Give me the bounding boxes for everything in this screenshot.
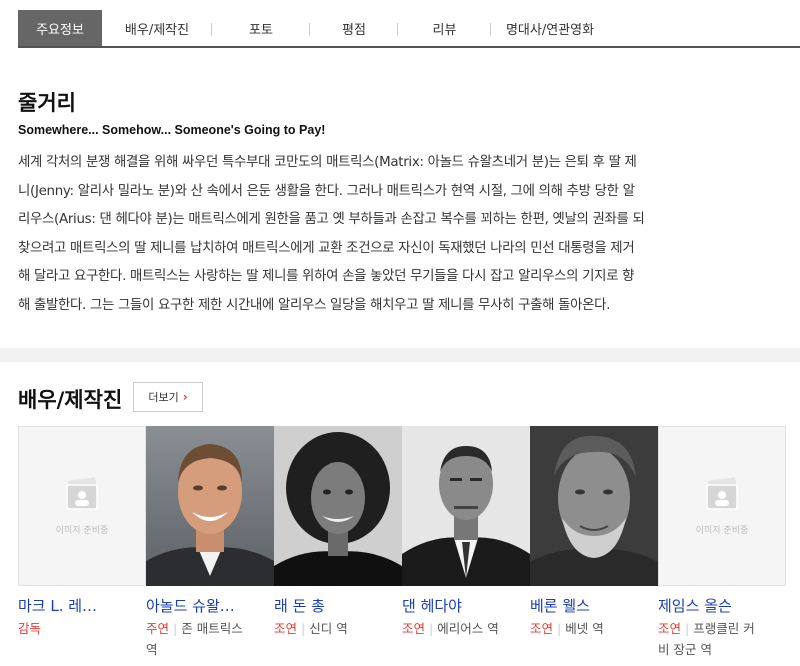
role-type: 조연 <box>530 621 554 636</box>
role-divider: | <box>173 621 178 636</box>
cast-list: 이미지 준비중 마크 L. 레… 감독 아놀드 슈왈… 주연 | 존 매트릭스 … <box>18 426 788 666</box>
role-divider: | <box>557 621 562 636</box>
tab-photo[interactable]: 포토 <box>212 10 310 46</box>
role-character: 에리어스 역 <box>437 621 499 636</box>
cast-card[interactable]: 이미지 준비중 마크 L. 레… 감독 <box>18 426 146 666</box>
portrait-image <box>402 426 530 586</box>
tab-rating[interactable]: 평점 <box>310 10 398 46</box>
role-character: 존 매트릭스 <box>181 621 243 636</box>
role-type: 조연 <box>658 621 682 636</box>
plot-synopsis: 세계 각처의 분쟁 해결을 위해 싸우던 특수부대 코만도의 매트릭스(Matr… <box>18 149 790 321</box>
person-role: 주연 | 존 매트릭스 역 <box>146 618 274 660</box>
chevron-right-icon: › <box>182 390 188 404</box>
person-photo[interactable] <box>402 426 530 586</box>
cast-card[interactable]: 댄 헤다야 조연 | 에리어스 역 <box>402 426 530 666</box>
tab-review[interactable]: 리뷰 <box>398 10 491 46</box>
tab-quotes-related[interactable]: 명대사/연관영화 <box>491 10 609 46</box>
person-photo[interactable] <box>274 426 402 586</box>
role-divider: | <box>301 621 306 636</box>
cast-card[interactable]: 래 돈 총 조연 | 신디 역 <box>274 426 402 666</box>
cast-card[interactable]: 베론 웰스 조연 | 베넷 역 <box>530 426 658 666</box>
role-character-cont: 역 <box>146 642 158 657</box>
tab-bar-section: 주요정보 배우/제작진 포토 평점 리뷰 명대사/연관영화 <box>0 0 800 57</box>
role-type: 조연 <box>402 621 426 636</box>
person-photo[interactable] <box>146 426 274 586</box>
role-divider: | <box>429 621 434 636</box>
person-photo-placeholder[interactable]: 이미지 준비중 <box>18 426 146 586</box>
role-character-cont: 비 장군 역 <box>658 642 712 657</box>
portrait-image <box>530 426 658 586</box>
tab-bar: 주요정보 배우/제작진 포토 평점 리뷰 명대사/연관영화 <box>18 10 800 48</box>
image-placeholder-icon <box>66 477 99 510</box>
person-photo-placeholder[interactable]: 이미지 준비중 <box>658 426 786 586</box>
synopsis-line: 리우스(Arius: 댄 헤다야 분)는 매트릭스에게 원한을 품고 옛 부하들… <box>18 212 645 228</box>
synopsis-line: 찾으려고 매트릭스의 딸 제니를 납치하여 매트릭스에게 교환 조건으로 자신이… <box>18 240 635 256</box>
role-divider: | <box>685 621 690 636</box>
portrait-image <box>274 426 402 586</box>
person-name-link[interactable]: 래 돈 총 <box>274 595 402 616</box>
cast-card[interactable]: 이미지 준비중 제임스 올슨 조연 | 프랭클린 커 비 장군 역 <box>658 426 786 666</box>
person-name-link[interactable]: 제임스 올슨 <box>658 595 786 616</box>
synopsis-line: 해 달라고 요구한다. 매트릭스는 사랑하는 딸 제니를 위하여 손을 놓았던 … <box>18 269 635 285</box>
synopsis-line: 해 출발한다. 그는 그들이 요구한 제한 시간내에 알리우스 일당을 해치우고… <box>18 297 611 313</box>
person-role: 조연 | 에리어스 역 <box>402 618 530 639</box>
role-character: 프랭클린 커 <box>693 621 755 636</box>
synopsis-line: 세계 각처의 분쟁 해결을 위해 싸우던 특수부대 코만도의 매트릭스(Matr… <box>18 155 637 170</box>
plot-title: 줄거리 <box>18 91 76 115</box>
role-type: 조연 <box>274 621 298 636</box>
portrait-image <box>146 426 274 586</box>
cast-section: 배우/제작진 더보기 › 이미지 준비중 마크 L. 레… 감독 아놀드 슈왈…… <box>0 362 800 666</box>
person-name-link[interactable]: 댄 헤다야 <box>402 595 530 616</box>
role-type: 감독 <box>18 621 42 636</box>
person-name-link[interactable]: 마크 L. 레… <box>18 595 146 616</box>
cast-title: 배우/제작진 <box>18 388 123 412</box>
person-role: 감독 <box>18 618 146 639</box>
synopsis-line: 니(Jenny: 알리사 밀라노 분)와 산 속에서 은둔 생활을 한다. 그러… <box>18 183 635 199</box>
person-name-link[interactable]: 아놀드 슈왈… <box>146 595 274 616</box>
plot-section: 줄거리 Somewhere... Somehow... Someone's Go… <box>0 57 800 348</box>
placeholder-text: 이미지 준비중 <box>55 526 109 536</box>
role-character: 베넷 역 <box>565 621 604 636</box>
cast-card[interactable]: 아놀드 슈왈… 주연 | 존 매트릭스 역 <box>146 426 274 666</box>
more-button[interactable]: 더보기 › <box>133 382 203 412</box>
person-photo[interactable] <box>530 426 658 586</box>
person-name-link[interactable]: 베론 웰스 <box>530 595 658 616</box>
person-role: 조연 | 신디 역 <box>274 618 402 639</box>
role-character: 신디 역 <box>309 621 348 636</box>
role-type: 주연 <box>146 621 170 636</box>
person-role: 조연 | 베넷 역 <box>530 618 658 639</box>
tab-main-info[interactable]: 주요정보 <box>18 10 102 46</box>
image-placeholder-icon <box>706 477 739 510</box>
person-role: 조연 | 프랭클린 커 비 장군 역 <box>658 618 786 660</box>
plot-tagline: Somewhere... Somehow... Someone's Going … <box>18 123 326 137</box>
placeholder-text: 이미지 준비중 <box>695 526 749 536</box>
tab-cast-crew[interactable]: 배우/제작진 <box>102 10 212 46</box>
